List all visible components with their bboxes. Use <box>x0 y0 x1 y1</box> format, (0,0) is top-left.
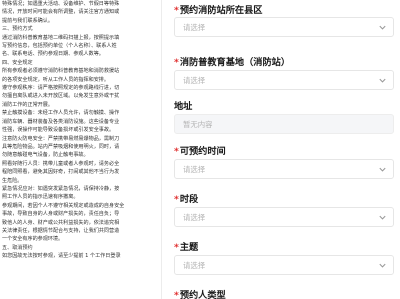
topic-placeholder: 请选择 <box>183 261 206 270</box>
visit-time-placeholder: 请选择 <box>183 165 206 174</box>
notice-line: 情况，开放时间可能会有所调整，请关注官方通知或 <box>2 9 120 16</box>
notice-line: 提前与我们联系确认。 <box>2 17 53 24</box>
topic-select[interactable]: 请选择 <box>174 255 394 275</box>
notice-line: 勿随意触碰电气设备，防止触电事故。 <box>2 152 89 159</box>
notice-line: 消防车辆、器材装备及各类消防设施。这些设备专业 <box>2 118 120 125</box>
notice-line: 紧急情况应对：如遇突发紧急情况，请保持冷静，按 <box>2 185 120 192</box>
chevron-down-icon <box>379 263 386 268</box>
notice-line: 照看好随行人员：携带儿童或者人参观时，请务必全 <box>2 160 120 167</box>
notice-line: 遵守参观秩序：请严格按照规定的参观路线行进，切 <box>2 85 120 92</box>
notice-line: 五、取消预约 <box>2 244 33 251</box>
time-slot-label: *时段 <box>174 194 199 205</box>
notice-line: 所有参观者必须遵守消防科普教育基地和消防救援站 <box>2 68 120 75</box>
visitor-type-label: *预约人类型 <box>174 290 226 299</box>
station-district-select[interactable]: 请选择 <box>174 17 394 37</box>
notice-panel: 特殊情况；如遇重大活动、设备维护、节假日等特殊 情况，开放时间可能会有所调整，请关… <box>0 0 160 299</box>
notice-line: 特殊情况；如遇重大活动、设备维护、节假日等特殊 <box>2 1 120 7</box>
notice-line: 的各项安全规定，听从工作人员的指挥和安排。 <box>2 76 109 83</box>
notice-line: 消防工作的正常开展。 <box>2 101 53 108</box>
notice-line: 具等危险物品。站内严禁吸烟和使用明火，同时，请 <box>2 143 120 150</box>
base-name-select[interactable]: 请选择 <box>174 70 394 90</box>
notice-line: 一个安全有序的参观环境。 <box>2 236 64 243</box>
notice-line: 程陪同照看，避免其因好奇，打闹或其他不当行为发 <box>2 169 120 176</box>
panel-divider <box>161 0 162 299</box>
notice-line: 生危险。 <box>2 177 23 184</box>
address-label: 地址 <box>174 101 193 112</box>
notice-line: 通过消防科普教育基地二维码扫描上报，按照提示填 <box>2 34 120 41</box>
notice-line: 勿擅自离队或进入未开放区域。以免发生意外或干扰 <box>2 93 120 100</box>
time-slot-placeholder: 请选择 <box>183 213 206 222</box>
notice-line: 禁止触摸设备：未经工作人员允许，请勿触摸、操作 <box>2 110 120 117</box>
notice-line: 如您因故无法按时参观，请至少提前 1 个工作日登录 <box>2 253 121 260</box>
station-district-label: *预约消防站所在县区 <box>174 5 263 16</box>
chevron-down-icon <box>379 215 386 220</box>
booking-form: *预约消防站所在县区 请选择 *消防普教育基地（消防站） 请选择 地址 暂无内容… <box>168 0 400 299</box>
station-district-placeholder: 请选择 <box>183 23 206 32</box>
chevron-down-icon <box>379 78 386 83</box>
notice-line: 注意防火防电安全：严禁携带易燃易爆物品，需制刀 <box>2 135 120 142</box>
notice-line: 三、预约方式 <box>2 26 33 33</box>
notice-line: 名、联系电话、预约参观日期、参观人数等。 <box>2 51 104 58</box>
notice-line: 写预约信息，包括预约单位（个人名称）、联系人姓 <box>2 43 117 50</box>
visit-time-label: *可预约时间 <box>174 146 226 157</box>
address-placeholder: 暂无内容 <box>183 120 213 129</box>
notice-line: 性强，误操作可能导致设备损坏或引发安全事故。 <box>2 127 115 134</box>
topic-label: *主题 <box>174 242 199 253</box>
base-name-label: *消防普教育基地（消防站） <box>174 57 291 68</box>
notice-line: 关法律责任，根据情节配合与支持，让我们共同营造 <box>2 227 120 234</box>
notice-line: 照工作人员的指示迅速有序撤离。 <box>2 194 79 201</box>
notice-line: 参观期间，若因个人不遵守相关规定或造成的自身安全 <box>2 202 125 209</box>
notice-line: 事故，导致自身的人身或财产损失的，责任自负；导 <box>2 211 120 218</box>
chevron-down-icon <box>379 25 386 30</box>
address-field: 暂无内容 <box>174 114 394 134</box>
notice-line: 四、安全规定 <box>2 59 33 66</box>
chevron-down-icon <box>379 167 386 172</box>
visit-time-select[interactable]: 请选择 <box>174 159 394 179</box>
time-slot-select[interactable]: 请选择 <box>174 207 394 227</box>
base-name-placeholder: 请选择 <box>183 76 206 85</box>
notice-line: 致他人的人身、财产或公共利益损失的，依法追究相 <box>2 219 120 226</box>
